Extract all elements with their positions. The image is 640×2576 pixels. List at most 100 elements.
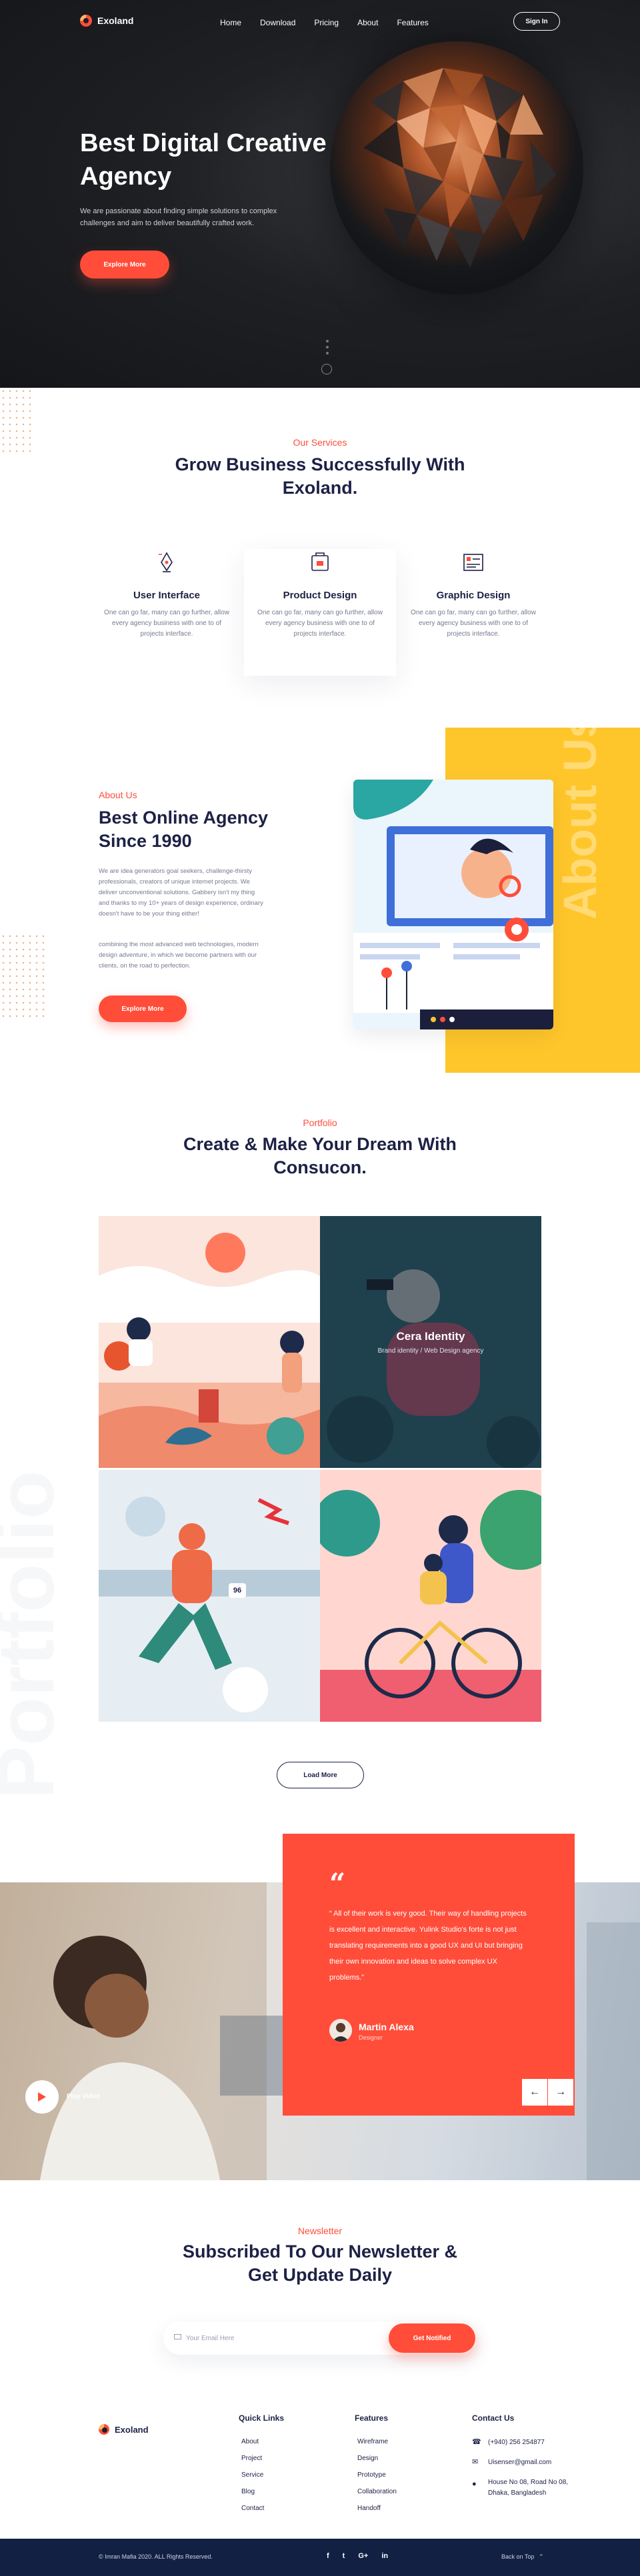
nav-about[interactable]: About — [357, 18, 378, 27]
footer-link-about[interactable]: About — [241, 2433, 264, 2450]
service-desc: One can go far, many can go further, all… — [257, 609, 383, 638]
footer-link-blog[interactable]: Blog — [241, 2483, 264, 2500]
quote-icon: “ — [329, 1867, 346, 1900]
play-video-button[interactable] — [25, 2080, 59, 2114]
graphic-design-icon — [463, 554, 483, 571]
twitter-icon[interactable]: t — [343, 2552, 345, 2560]
brand-logo[interactable]: Exoland — [80, 15, 133, 27]
newsletter-email-input[interactable] — [186, 2331, 346, 2345]
service-card-user-interface[interactable]: User Interface One can go far, many can … — [91, 549, 243, 676]
newsletter-eyebrow: Newsletter — [297, 2226, 343, 2236]
hero-explore-button[interactable]: Explore More — [80, 251, 169, 279]
google-plus-icon[interactable]: G+ — [358, 2552, 368, 2560]
logo-icon — [99, 2424, 109, 2435]
hero-sphere-image — [330, 41, 583, 295]
testimonial-author-role: Designer — [359, 2034, 383, 2041]
service-name: User Interface — [133, 590, 201, 601]
copyright-text: © Imran Mafia 2020. ALL Rights Reserved. — [99, 2553, 213, 2560]
footer-contact-title: Contact Us — [472, 2413, 515, 2423]
testimonial-next-button[interactable]: → — [548, 2079, 573, 2106]
testimonial-author-name: Martin Alexa — [359, 2022, 414, 2032]
brand-name: Exoland — [97, 15, 134, 26]
footer-link-project[interactable]: Project — [241, 2450, 264, 2467]
portfolio-hover-subtitle: Brand identity / Web Design agency — [377, 1347, 484, 1355]
services-title: Grow Business Successfully With Exoland. — [175, 454, 465, 498]
facebook-icon[interactable]: f — [327, 2552, 329, 2560]
scroll-indicator-dots — [325, 340, 329, 358]
footer-brand-name: Exoland — [115, 2424, 149, 2435]
portfolio-hover-overlay: Cera Identity Brand identity / Web Desig… — [320, 1216, 541, 1468]
nav-features[interactable]: Features — [397, 18, 428, 27]
testimonial-prev-button[interactable]: ← — [522, 2079, 547, 2106]
portfolio-item-4[interactable] — [320, 1470, 541, 1722]
portfolio-item-2[interactable]: Cera Identity Brand identity / Web Desig… — [320, 1216, 541, 1468]
footer-features: Wireframe Design Prototype Collaboration… — [357, 2433, 397, 2517]
service-desc: One can go far, many can go further, all… — [104, 609, 229, 638]
product-design-icon — [311, 552, 329, 571]
portfolio-vertical-text: Portfolio — [0, 1471, 72, 1799]
about-explore-button[interactable]: Explore More — [99, 995, 187, 1022]
chevron-up-icon[interactable]: ⌃ — [539, 2553, 544, 2561]
footer-address-line-1: House No 08, Road No 08, — [488, 2479, 569, 2486]
footer-link-handoff[interactable]: Handoff — [357, 2500, 397, 2517]
service-name: Graphic Design — [436, 590, 511, 601]
footer-quick-links: About Project Service Blog Contact — [241, 2433, 264, 2517]
about-eyebrow: About Us — [99, 790, 137, 800]
portfolio-title: Create & Make Your Dream With Consucon. — [183, 1134, 457, 1177]
portfolio-eyebrow: Portfolio — [303, 1117, 337, 1128]
portfolio-item-1[interactable] — [99, 1216, 320, 1468]
footer-bottom-bar: © Imran Mafia 2020. ALL Rights Reserved.… — [0, 2539, 640, 2576]
nav-home[interactable]: Home — [220, 18, 241, 27]
play-video-label: Play Video — [67, 2093, 101, 2100]
testimonial-text: “ All of their work is very good. Their … — [329, 1910, 527, 1982]
portfolio-item-3[interactable]: 96 — [99, 1470, 320, 1722]
newsletter-title: Subscribed To Our Newsletter & Get Updat… — [182, 2242, 458, 2285]
hero-section: Exoland Home Download Pricing About Feat… — [0, 0, 640, 388]
portfolio-badge: 96 — [229, 1583, 246, 1598]
footer-link-contact[interactable]: Contact — [241, 2500, 264, 2517]
scroll-down-icon[interactable] — [321, 364, 332, 374]
logo-icon — [80, 15, 92, 27]
decor-dot-grid — [0, 933, 47, 1019]
back-to-top-link[interactable]: Back on Top — [501, 2553, 534, 2560]
service-name: Product Design — [283, 590, 357, 601]
sign-in-button[interactable]: Sign In — [513, 12, 560, 31]
portfolio-hover-title: Cera Identity — [396, 1329, 465, 1343]
social-links: f t G+ in — [327, 2552, 388, 2560]
footer-phone[interactable]: (+940) 256 254877 — [488, 2437, 545, 2448]
play-icon — [38, 2092, 46, 2102]
footer-email[interactable]: Uisenser@gmail.com — [488, 2457, 551, 2468]
service-card-product-design[interactable]: Product Design One can go far, many can … — [244, 549, 396, 676]
services-eyebrow: Our Services — [293, 437, 347, 448]
about-illustration — [353, 780, 553, 1029]
linkedin-icon[interactable]: in — [381, 2552, 388, 2560]
footer-features-title: Features — [355, 2413, 389, 2423]
about-paragraph-1: We are idea generators goal seekers, cha… — [99, 868, 263, 918]
avatar — [329, 2019, 352, 2042]
about-vertical-text: About Us — [554, 712, 606, 920]
about-title: Best Online Agency Since 1990 — [99, 808, 269, 851]
service-card-graphic-design[interactable]: Graphic Design One can go far, many can … — [397, 549, 549, 676]
footer-brand-logo[interactable]: Exoland — [99, 2424, 149, 2435]
email-icon: ✉ — [472, 2458, 479, 2466]
get-notified-button[interactable]: Get Notified — [389, 2323, 475, 2353]
nav-pricing[interactable]: Pricing — [314, 18, 339, 27]
footer-link-prototype[interactable]: Prototype — [357, 2467, 397, 2483]
pen-tool-icon — [159, 552, 173, 572]
footer-link-collaboration[interactable]: Collaboration — [357, 2483, 397, 2500]
hero-title: Best Digital Creative Agency — [80, 129, 327, 191]
footer-quick-links-title: Quick Links — [239, 2413, 285, 2423]
footer-link-design[interactable]: Design — [357, 2450, 397, 2467]
load-more-button[interactable]: Load More — [277, 1762, 364, 1788]
page: Exoland Home Download Pricing About Feat… — [0, 0, 640, 2576]
footer-link-wireframe[interactable]: Wireframe — [357, 2433, 397, 2450]
newsletter-form: Get Notified — [163, 2321, 477, 2355]
hero-subtitle: We are passionate about finding simple s… — [80, 207, 277, 227]
about-paragraph-2: combining the most advanced web technolo… — [99, 941, 259, 969]
location-icon: ● — [472, 2480, 477, 2488]
service-desc: One can go far, many can go further, all… — [411, 609, 536, 638]
footer-address-line-2: Dhaka, Bangladesh — [488, 2489, 547, 2497]
footer-link-service[interactable]: Service — [241, 2467, 264, 2483]
main-nav: Home Download Pricing About Features — [220, 18, 429, 27]
nav-download[interactable]: Download — [260, 18, 295, 27]
